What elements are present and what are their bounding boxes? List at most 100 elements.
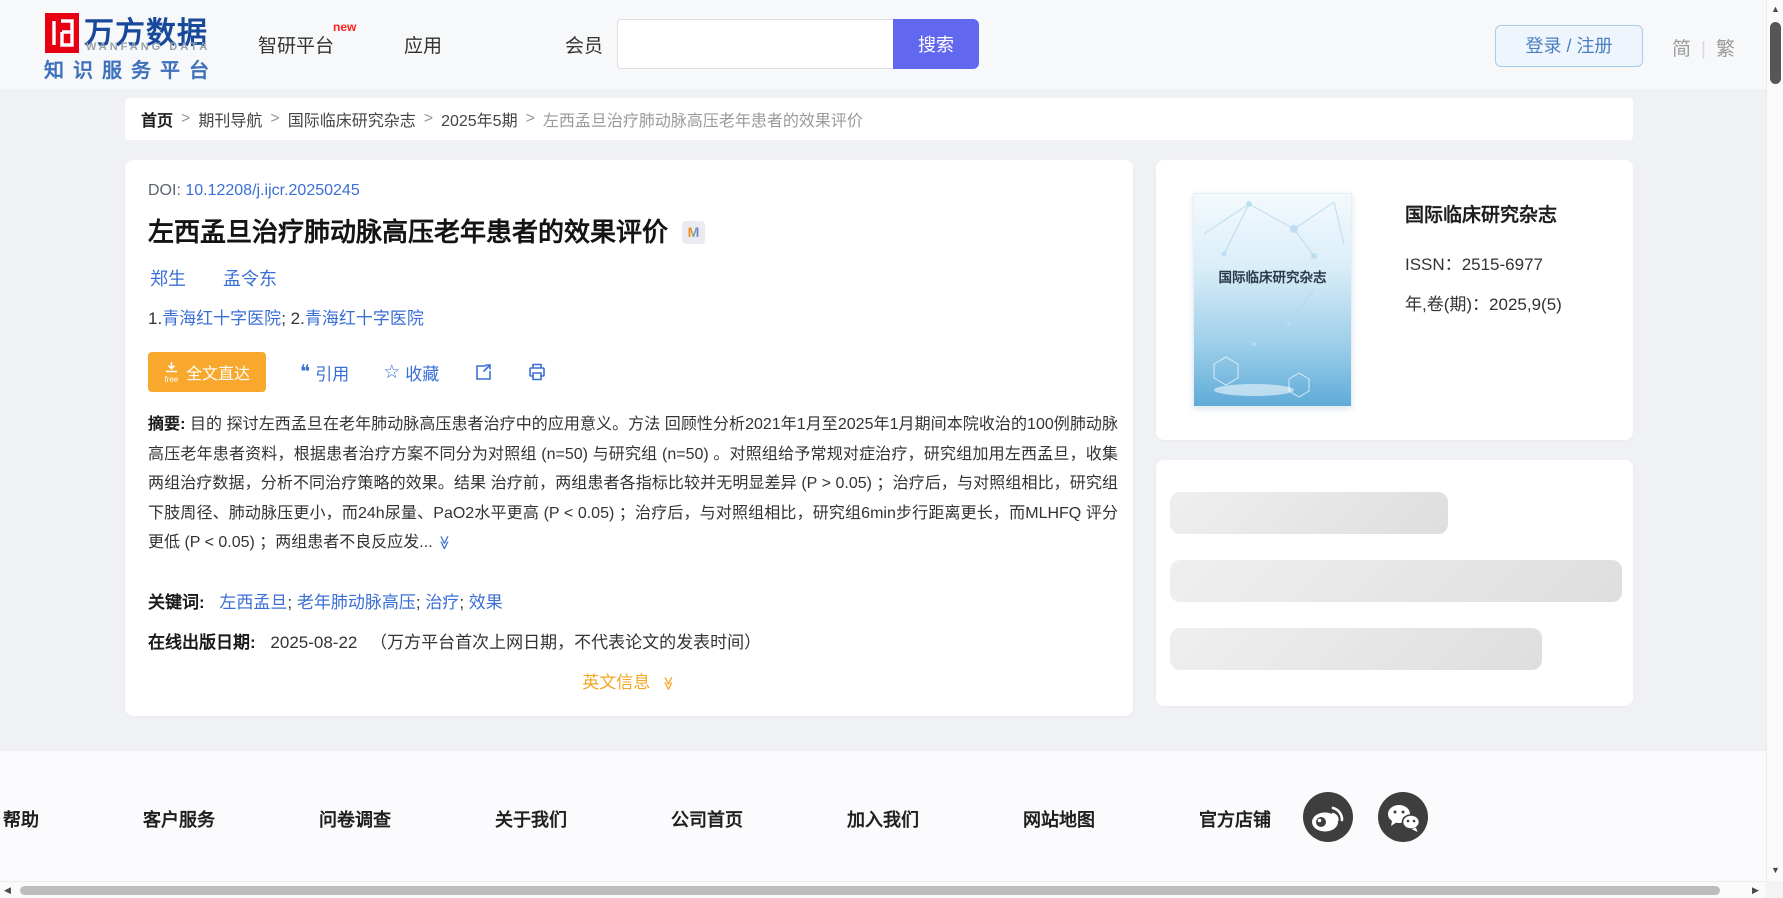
cite-button[interactable]: ❝ 引用 [300, 360, 349, 385]
share-button[interactable] [473, 362, 493, 382]
journal-volume-row: 年,卷(期)：2025,9(5) [1405, 290, 1562, 315]
footer-links: 帮助 客户服务 问卷调查 关于我们 公司首页 加入我们 网站地图 官方店铺 [3, 806, 1375, 832]
search-input[interactable] [617, 19, 893, 69]
scroll-left-arrow[interactable]: ◀ [4, 886, 11, 895]
scroll-up-arrow[interactable]: ▲ [1771, 5, 1780, 14]
breadcrumb-current: 左西孟旦治疗肺动脉高压老年患者的效果评价 [542, 113, 863, 130]
scroll-down-arrow[interactable]: ▼ [1771, 866, 1780, 875]
keywords-row: 关键词: 左西孟旦; 老年肺动脉高压; 治疗; 效果 [148, 588, 503, 613]
english-info-toggle[interactable]: 英文信息 ≫ [125, 668, 1133, 693]
keywords-label: 关键词: [148, 593, 205, 612]
horizontal-scroll-thumb[interactable] [20, 886, 1720, 895]
footer-link-join[interactable]: 加入我们 [847, 806, 919, 832]
fulltext-button[interactable]: free 全文直达 [148, 352, 266, 392]
wechat-icon[interactable] [1378, 792, 1428, 842]
keyword-link[interactable]: 效果 [469, 593, 503, 612]
volume-label: 年,卷(期)： [1405, 295, 1490, 314]
footer-link-store[interactable]: 官方店铺 [1199, 806, 1271, 832]
breadcrumb-separator: > [525, 110, 535, 127]
star-icon: ☆ [383, 361, 401, 383]
vertical-scrollbar[interactable]: ▲ ▼ [1766, 0, 1783, 881]
action-buttons: free 全文直达 ❝ 引用 ☆ 收藏 [148, 352, 547, 392]
footer-link-sitemap[interactable]: 网站地图 [1023, 806, 1095, 832]
weibo-icon[interactable] [1303, 792, 1353, 842]
search-button[interactable]: 搜索 [893, 19, 979, 69]
favorite-label: 收藏 [405, 364, 440, 384]
breadcrumb-issue[interactable]: 2025年5期 [441, 107, 518, 131]
lang-traditional[interactable]: 繁 [1716, 39, 1735, 60]
wanfang-logo-icon[interactable] [45, 13, 79, 53]
metrics-badge-letter: M [687, 224, 700, 240]
journal-card: 国际临床研究杂志 国际临床研究杂志 ISSN：2515-6977 年,卷(期)：… [1156, 160, 1633, 440]
abstract-label: 摘要: [148, 416, 186, 433]
skeleton-bar [1170, 560, 1622, 602]
scrollbar-corner [1766, 881, 1783, 898]
journal-cover[interactable]: 国际临床研究杂志 [1193, 193, 1352, 407]
author-list: 郑生 孟令东 [150, 265, 309, 291]
header: 万方数据 WANFANG DATA 知识服务平台 智研平台 new 应用 会员 … [0, 0, 1783, 89]
expand-english-icon: ≫ [660, 676, 677, 691]
breadcrumb-separator: > [270, 110, 280, 127]
publish-date-row: 在线出版日期: 2025-08-22 （万方平台首次上网日期，不代表论文的发表时… [148, 628, 761, 653]
author-link[interactable]: 孟令东 [223, 269, 277, 289]
keyword-link[interactable]: 左西孟旦 [219, 593, 287, 612]
metrics-badge[interactable]: M [682, 221, 706, 244]
favorite-button[interactable]: ☆ 收藏 [383, 360, 439, 385]
language-toggle: 简 | 繁 [1672, 34, 1735, 61]
volume-value: 2025,9(5) [1489, 295, 1562, 314]
nav-item-zhiyan[interactable]: 智研平台 [258, 31, 334, 58]
nav-item-member[interactable]: 会员 [565, 31, 603, 58]
issn-value: 2515-6977 [1461, 255, 1543, 274]
skeleton-bar [1170, 628, 1542, 670]
abstract: 摘要: 目的 探讨左西孟旦在老年肺动脉高压患者治疗中的应用意义。方法 回顾性分析… [148, 410, 1118, 558]
keyword-link[interactable]: 老年肺动脉高压 [297, 593, 416, 612]
breadcrumb: 首页 > 期刊导航 > 国际临床研究杂志 > 2025年5期 > 左西孟旦治疗肺… [125, 98, 1633, 140]
breadcrumb-separator: > [181, 110, 191, 127]
breadcrumb-journal[interactable]: 国际临床研究杂志 [288, 107, 416, 131]
doi-link[interactable]: 10.12208/j.ijcr.20250245 [185, 182, 359, 199]
print-button[interactable] [527, 362, 547, 382]
skeleton-bar [1170, 492, 1448, 534]
scroll-right-arrow[interactable]: ▶ [1752, 886, 1759, 895]
login-register-button[interactable]: 登录 / 注册 [1495, 25, 1643, 67]
nav-item-apps[interactable]: 应用 [404, 31, 442, 58]
affiliation-number: 2. [290, 309, 305, 328]
article-card: DOI: 10.12208/j.ijcr.20250245 左西孟旦治疗肺动脉高… [125, 160, 1133, 716]
affiliation-link[interactable]: 青海红十字医院 [162, 309, 281, 328]
author-link[interactable]: 郑生 [150, 269, 186, 289]
fulltext-label: 全文直达 [185, 366, 250, 383]
expand-abstract-icon[interactable]: ≫ [430, 535, 460, 550]
footer-link-company[interactable]: 公司首页 [671, 806, 743, 832]
publish-date-label: 在线出版日期: [148, 633, 256, 652]
breadcrumb-home[interactable]: 首页 [141, 107, 173, 131]
new-badge: new [333, 20, 357, 34]
lang-simplified[interactable]: 简 [1672, 39, 1691, 60]
affiliation-separator: ; [281, 309, 291, 328]
horizontal-scrollbar[interactable]: ◀ ▶ [0, 881, 1766, 898]
issn-label: ISSN： [1405, 255, 1462, 274]
page: 万方数据 WANFANG DATA 知识服务平台 智研平台 new 应用 会员 … [0, 0, 1783, 898]
footer-link-survey[interactable]: 问卷调查 [319, 806, 391, 832]
share-icon [476, 364, 492, 380]
free-label: free [164, 374, 179, 384]
footer-link-service[interactable]: 客户服务 [143, 806, 215, 832]
journal-name[interactable]: 国际临床研究杂志 [1405, 200, 1557, 227]
print-icon [529, 363, 546, 381]
footer-link-help[interactable]: 帮助 [3, 806, 39, 832]
brand-name-en: WANFANG DATA [86, 41, 211, 53]
publish-date-note: （万方平台首次上网日期，不代表论文的发表时间） [370, 633, 762, 652]
vertical-scroll-thumb[interactable] [1770, 22, 1781, 84]
download-free-icon: free [164, 361, 179, 384]
article-title-row: 左西孟旦治疗肺动脉高压老年患者的效果评价 M [148, 212, 706, 249]
english-info-label: 英文信息 [582, 673, 651, 692]
breadcrumb-journal-nav[interactable]: 期刊导航 [198, 107, 262, 131]
doi-label: DOI: [148, 182, 181, 199]
doi-row: DOI: 10.12208/j.ijcr.20250245 [148, 182, 360, 200]
keyword-link[interactable]: 治疗 [425, 593, 459, 612]
page-title: 左西孟旦治疗肺动脉高压老年患者的效果评价 [148, 217, 669, 247]
loading-card [1156, 460, 1633, 706]
affiliation-link[interactable]: 青海红十字医院 [305, 309, 424, 328]
keyword-separator: ; [459, 593, 469, 612]
affiliation-number: 1. [148, 309, 163, 328]
footer-link-about[interactable]: 关于我们 [495, 806, 567, 832]
